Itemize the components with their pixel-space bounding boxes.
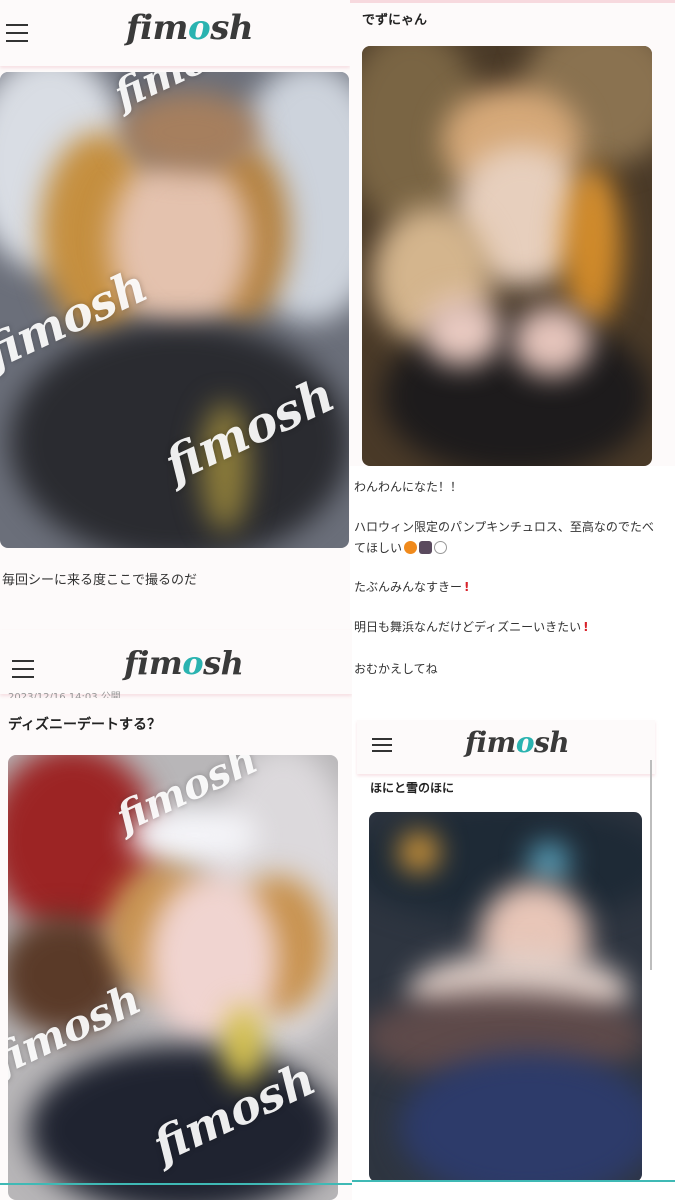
post-caption: 毎回シーに来る度ここで撮るのだ <box>2 573 198 588</box>
exclamation-icon: ! <box>464 580 470 594</box>
post-timestamp: 2023/12/16 14:03 公開 <box>8 692 121 698</box>
post-photo[interactable] <box>362 46 652 466</box>
fimosh-logo[interactable]: fimosh <box>465 726 570 759</box>
screenshot-panel-top-right: でずにゃん わんわんになた！！ ハロウィン限定のパンプキンチュロス、至高なのでた… <box>350 0 675 700</box>
screenshot-panel-bottom-left: fimosh 2023/12/16 14:03 公開 ディズニーデートする？ f… <box>0 620 352 1200</box>
post-photo[interactable]: fimosh fimosh fimosh <box>0 72 349 548</box>
app-header: fimosh <box>0 630 352 694</box>
post-photo[interactable]: fimosh fimosh fimosh <box>8 755 338 1200</box>
scrollbar[interactable] <box>650 760 652 970</box>
post-body: わんわんになた！！ ハロウィン限定のパンプキンチュロス、至高なのでたべ てほしい… <box>350 466 675 700</box>
fimosh-logo[interactable]: fimosh <box>124 644 244 682</box>
exclamation-icon: ! <box>583 620 589 634</box>
post-line-with-icons: てほしい <box>354 539 448 557</box>
fimosh-logo[interactable]: fimosh <box>126 8 254 48</box>
bat-icon <box>419 541 433 554</box>
app-header: fimosh <box>0 0 350 66</box>
hamburger-menu-icon[interactable] <box>6 24 28 42</box>
post-title: でずにゃん <box>362 13 428 28</box>
post-photo[interactable] <box>369 812 642 1182</box>
hamburger-menu-icon[interactable] <box>372 738 392 752</box>
post-title: ほにと雪のほに <box>370 781 455 795</box>
app-header: fimosh <box>357 720 655 774</box>
post-line: わんわんになた！！ <box>354 480 463 494</box>
post-line: ハロウィン限定のパンプキンチュロス、至高なのでたべ <box>354 520 654 534</box>
screenshot-panel-top-left: fimosh fimosh fimosh fimosh 毎回シーに来る度ここで撮… <box>0 0 350 620</box>
spiderweb-icon <box>434 541 448 554</box>
screenshot-panel-bottom-right: fimosh ほにと雪のほに <box>352 700 675 1200</box>
pumpkin-icon <box>404 541 418 554</box>
post-line-with-icons: たぶんみんなすきー! <box>354 580 470 594</box>
post-line-with-icons: 明日も舞浜なんだけどディズニーいきたい! <box>354 620 589 634</box>
post-line: おむかえしてね <box>354 662 438 676</box>
post-title: ディズニーデートする？ <box>8 717 162 733</box>
hamburger-menu-icon[interactable] <box>12 660 34 678</box>
